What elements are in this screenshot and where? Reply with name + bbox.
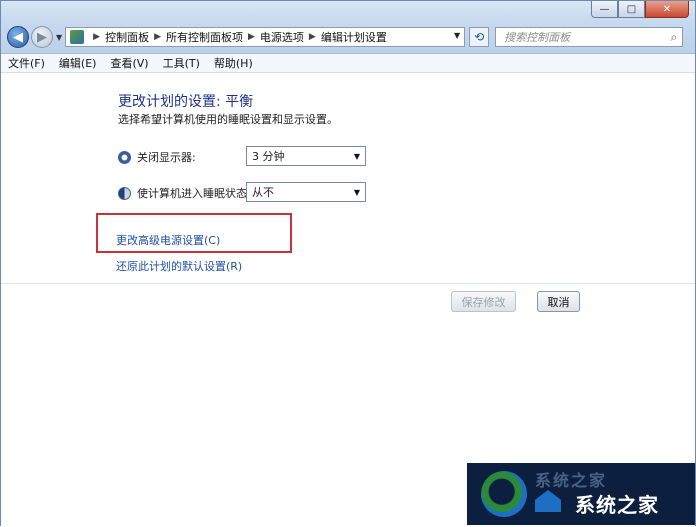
chevron-down-icon[interactable]: ▼ bbox=[349, 147, 365, 165]
sleep-setting-row: 使计算机进入睡眠状态: bbox=[118, 185, 251, 201]
display-label: 关闭显示器: bbox=[137, 151, 196, 164]
refresh-icon[interactable]: ⟲ bbox=[469, 27, 490, 47]
menu-help[interactable]: 帮助(H) bbox=[207, 55, 260, 71]
page-subtitle: 选择希望计算机使用的睡眠设置和显示设置。 bbox=[118, 113, 338, 126]
forward-button[interactable]: ▶ bbox=[31, 26, 53, 48]
menu-file[interactable]: 文件(F) bbox=[1, 55, 52, 71]
window-controls: — □ ✕ bbox=[591, 1, 689, 19]
sleep-timeout-select[interactable]: 从不 ▼ bbox=[246, 182, 366, 202]
menu-bar: 文件(F) 编辑(E) 查看(V) 工具(T) 帮助(H) bbox=[1, 54, 695, 73]
search-icon[interactable]: ⌕ bbox=[670, 30, 677, 45]
chevron-right-icon[interactable]: ▶ bbox=[309, 32, 316, 42]
control-panel-window: — □ ✕ ◀ ▶ ▼ ▶ 控制面板 ▶ 所有控制面板项 ▶ 电源选项 ▶ 编辑… bbox=[0, 0, 696, 527]
chevron-right-icon[interactable]: ▶ bbox=[154, 32, 161, 42]
sleep-label: 使计算机进入睡眠状态: bbox=[137, 187, 251, 200]
recent-pages-dropdown-icon[interactable]: ▼ bbox=[56, 33, 62, 42]
moon-icon bbox=[118, 186, 131, 200]
navigation-bar: ◀ ▶ ▼ ▶ 控制面板 ▶ 所有控制面板项 ▶ 电源选项 ▶ 编辑计划设置 ▼… bbox=[7, 24, 689, 50]
chevron-right-icon[interactable]: ▶ bbox=[248, 32, 255, 42]
back-button[interactable]: ◀ bbox=[7, 26, 29, 48]
advanced-power-settings-link[interactable]: 更改高级电源设置(C) bbox=[116, 232, 220, 248]
divider bbox=[1, 283, 695, 284]
chevron-right-icon[interactable]: ▶ bbox=[93, 32, 100, 42]
page-title: 更改计划的设置: 平衡 bbox=[118, 94, 254, 110]
address-bar[interactable]: ▶ 控制面板 ▶ 所有控制面板项 ▶ 电源选项 ▶ 编辑计划设置 ▼ bbox=[65, 27, 466, 47]
window-chrome: — □ ✕ ◀ ▶ ▼ ▶ 控制面板 ▶ 所有控制面板项 ▶ 电源选项 ▶ 编辑… bbox=[1, 1, 695, 54]
control-panel-icon bbox=[70, 30, 85, 44]
watermark-top-text: 系统之家 bbox=[535, 471, 608, 490]
watermark-logo: 系统之家 系统之家 bbox=[467, 463, 695, 525]
display-timeout-select[interactable]: 3 分钟 ▼ bbox=[246, 146, 366, 166]
main-content: 更改计划的设置: 平衡 选择希望计算机使用的睡眠设置和显示设置。 关闭显示器: … bbox=[1, 73, 695, 527]
minimize-button[interactable]: — bbox=[591, 1, 618, 18]
chevron-down-icon[interactable]: ▼ bbox=[349, 183, 365, 201]
close-button[interactable]: ✕ bbox=[645, 1, 689, 18]
menu-edit[interactable]: 编辑(E) bbox=[52, 55, 104, 71]
maximize-button[interactable]: □ bbox=[618, 1, 645, 18]
search-box[interactable]: ⌕ bbox=[495, 27, 684, 47]
search-input[interactable] bbox=[502, 29, 657, 45]
address-dropdown-icon[interactable]: ▼ bbox=[454, 31, 460, 40]
breadcrumb-power-options[interactable]: 电源选项 bbox=[260, 29, 304, 45]
logo-circle-icon bbox=[481, 471, 527, 517]
house-icon bbox=[535, 490, 561, 512]
menu-tools[interactable]: 工具(T) bbox=[156, 55, 207, 71]
display-timeout-value: 3 分钟 bbox=[252, 150, 285, 163]
breadcrumb-control-panel[interactable]: 控制面板 bbox=[105, 29, 149, 45]
monitor-clock-icon bbox=[118, 150, 131, 164]
display-setting-row: 关闭显示器: bbox=[118, 149, 196, 165]
sleep-timeout-value: 从不 bbox=[252, 186, 274, 199]
breadcrumb-edit-plan[interactable]: 编辑计划设置 bbox=[321, 29, 387, 45]
menu-view[interactable]: 查看(V) bbox=[103, 55, 155, 71]
restore-defaults-link[interactable]: 还原此计划的默认设置(R) bbox=[116, 258, 242, 274]
breadcrumb-all-items[interactable]: 所有控制面板项 bbox=[166, 29, 243, 45]
cancel-button[interactable]: 取消 bbox=[537, 291, 580, 312]
save-changes-button[interactable]: 保存修改 bbox=[451, 291, 516, 312]
watermark-text: 系统之家 bbox=[575, 493, 659, 517]
